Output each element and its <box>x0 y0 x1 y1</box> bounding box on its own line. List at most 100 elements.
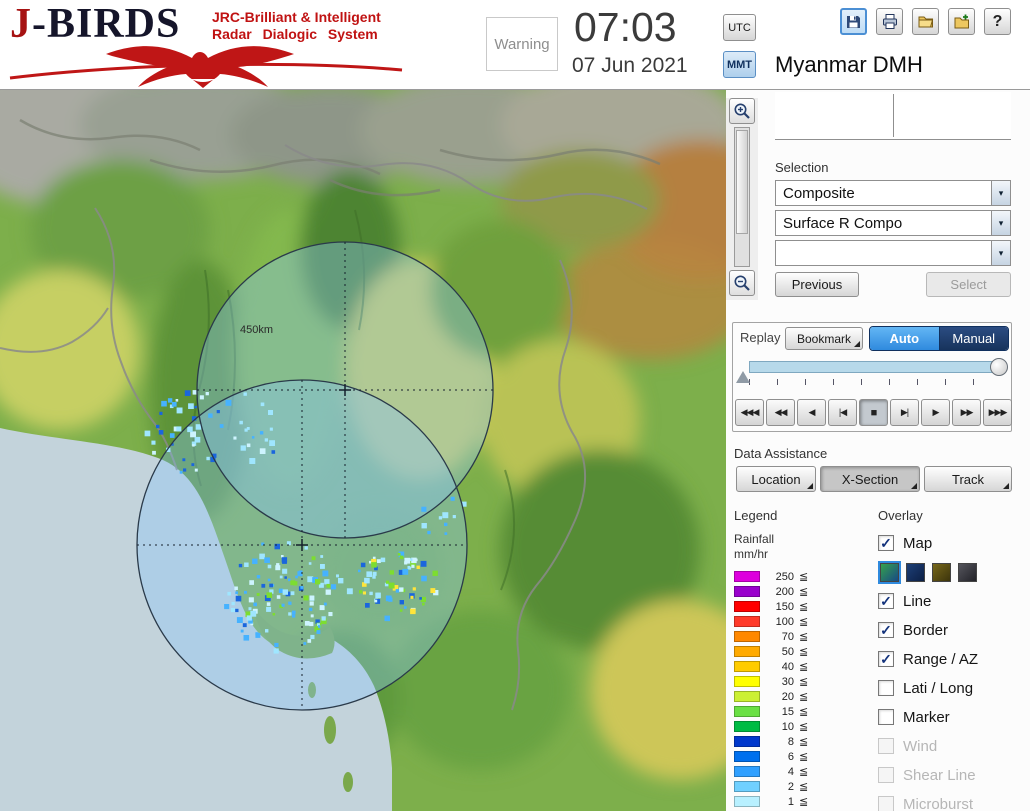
zoom-in-button[interactable] <box>729 98 755 124</box>
composite-dropdown[interactable]: Composite ▾ <box>775 180 1011 206</box>
legend-entry: 8 ≦ <box>734 734 874 749</box>
zoom-out-icon <box>734 275 750 291</box>
zoom-slider[interactable] <box>734 127 750 267</box>
legend-value: 250 <box>775 570 794 583</box>
legend-entry: 50 ≦ <box>734 644 874 659</box>
zoom-controls <box>726 98 758 300</box>
data-assistance-buttons: Location X-Section Track <box>736 466 1012 492</box>
legend-lte-symbol: ≦ <box>799 706 809 718</box>
playback-step-forward-button[interactable]: ▶| <box>890 399 919 426</box>
timeline-slider-thumb[interactable] <box>990 358 1008 376</box>
extra-dropdown[interactable]: ▾ <box>775 240 1011 266</box>
playback-fast-rewind-button[interactable]: ◀◀ <box>766 399 795 426</box>
overlay-item-label: Border <box>903 621 949 639</box>
playback-jump-end-button[interactable]: ▶▶▶ <box>983 399 1012 426</box>
legend-color-swatch <box>734 571 760 582</box>
legend-lte-symbol: ≦ <box>799 631 809 643</box>
location-button[interactable]: Location <box>736 466 816 492</box>
legend-entry: 4 ≦ <box>734 764 874 779</box>
map-style-olive[interactable] <box>932 562 951 582</box>
header: J-BIRDS JRC-Brilliant & Intelligent Rada… <box>0 0 1030 90</box>
radar-map[interactable]: 450km <box>0 90 726 811</box>
toolbar: ? <box>840 8 1011 35</box>
legend-lte-symbol: ≦ <box>799 766 809 778</box>
bookmark-button[interactable]: Bookmark <box>785 327 863 350</box>
checkbox[interactable]: ✓ <box>878 651 894 667</box>
overlay-item-label: Range / AZ <box>903 650 979 668</box>
legend-color-swatch <box>734 736 760 747</box>
folder-plus-icon <box>954 14 969 29</box>
utc-button[interactable]: UTC <box>723 14 756 41</box>
legend-lte-symbol: ≦ <box>799 646 809 658</box>
track-button[interactable]: Track <box>924 466 1012 492</box>
legend-value: 40 <box>781 660 794 673</box>
overlay-section: Overlay ✓ Map ✓ Line ✓ Border ✓ Range / AZ Lati … <box>878 508 1030 811</box>
import-button[interactable] <box>948 8 975 35</box>
timeline-ticks <box>749 379 1001 385</box>
manual-button[interactable]: Manual <box>938 327 1008 350</box>
overlay-item-label: Marker <box>903 708 950 726</box>
timeline-slider[interactable] <box>749 358 1008 376</box>
playback-play-reverse-button[interactable]: ◀ <box>797 399 826 426</box>
checkbox[interactable]: ✓ <box>878 622 894 638</box>
previous-button[interactable]: Previous <box>775 272 859 297</box>
overlay-item-range-az[interactable]: ✓ Range / AZ <box>878 649 1030 669</box>
legend-color-swatch <box>734 631 760 642</box>
legend-entry: 40 ≦ <box>734 659 874 674</box>
overlay-item-lati-long[interactable]: Lati / Long <box>878 678 1030 698</box>
print-button[interactable] <box>876 8 903 35</box>
extra-dropdown-value <box>776 241 991 265</box>
zoom-slider-thumb[interactable] <box>736 130 748 234</box>
product-dropdown-value: Surface R Compo <box>783 214 903 232</box>
map-style-terrain[interactable] <box>878 560 901 584</box>
x-section-button[interactable]: X-Section <box>820 466 920 492</box>
legend-color-swatch <box>734 586 760 597</box>
auto-manual-toggle: Auto Manual <box>869 326 1009 351</box>
save-icon <box>847 16 860 28</box>
playback-stop-button[interactable]: ■ <box>859 399 888 426</box>
legend-entry: 2 ≦ <box>734 779 874 794</box>
checkbox[interactable] <box>878 709 894 725</box>
legend-entry: 100 ≦ <box>734 614 874 629</box>
legend-color-swatch <box>734 766 760 777</box>
app-subtitle: JRC-Brilliant & Intelligent Radar Dialog… <box>212 9 381 43</box>
overlay-item-line[interactable]: ✓ Line <box>878 591 1030 611</box>
overlay-item-label: Microburst <box>903 795 974 811</box>
checkbox[interactable] <box>878 680 894 696</box>
legend-color-swatch <box>734 721 760 732</box>
clock-time: 07:03 <box>574 4 677 50</box>
overlay-item-border[interactable]: ✓ Border <box>878 620 1030 640</box>
legend-color-swatch <box>734 781 760 792</box>
checkbox[interactable]: ✓ <box>878 535 894 551</box>
product-dropdown[interactable]: Surface R Compo ▾ <box>775 210 1011 236</box>
help-button[interactable]: ? <box>984 8 1011 35</box>
save-button[interactable] <box>840 8 867 35</box>
checkbox[interactable]: ✓ <box>878 593 894 609</box>
overlay-item-label: Line <box>903 592 932 610</box>
mmt-button[interactable]: MMT <box>723 51 756 78</box>
map-style-dark-gray[interactable] <box>958 562 977 582</box>
legend-entry: 150 ≦ <box>734 599 874 614</box>
legend-value: 200 <box>775 585 794 598</box>
zoom-out-button[interactable] <box>729 270 755 296</box>
playback-fast-forward-button[interactable]: ▶▶ <box>952 399 981 426</box>
playback-jump-start-button[interactable]: ◀◀◀ <box>735 399 764 426</box>
checkbox <box>878 796 894 811</box>
chevron-down-icon[interactable]: ▾ <box>991 241 1010 265</box>
select-button[interactable]: Select <box>926 272 1011 297</box>
legend-color-swatch <box>734 601 760 612</box>
legend-unit-line1: Rainfall <box>734 532 775 546</box>
open-folder-button[interactable] <box>912 8 939 35</box>
chevron-down-icon[interactable]: ▾ <box>991 211 1010 235</box>
playback-play-button[interactable]: ▶ <box>921 399 950 426</box>
chevron-down-icon[interactable]: ▾ <box>991 181 1010 205</box>
legend-value: 100 <box>775 615 794 628</box>
auto-button[interactable]: Auto <box>870 327 939 350</box>
overlay-item-marker[interactable]: Marker <box>878 707 1030 727</box>
radar-map-canvas: 450km <box>0 90 726 811</box>
overlay-item-map[interactable]: ✓ Map <box>878 533 1030 553</box>
legend-color-swatch <box>734 751 760 762</box>
field-divider <box>893 94 894 137</box>
playback-step-back-button[interactable]: |◀ <box>828 399 857 426</box>
map-style-dark-blue[interactable] <box>906 562 925 582</box>
